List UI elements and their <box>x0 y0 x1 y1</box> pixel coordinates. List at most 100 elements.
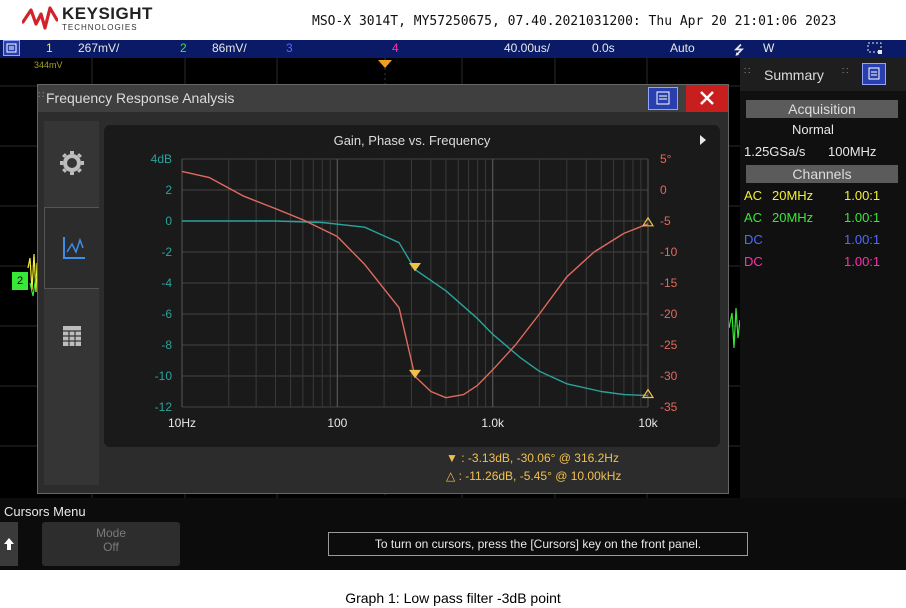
channel-1-probe: 1.00:1 <box>844 188 881 203</box>
y-left-tick-label: 4dB <box>151 152 172 166</box>
fra-menu-icon[interactable] <box>648 87 678 110</box>
tab-graph[interactable] <box>44 207 99 289</box>
y-right-tick-label: 5° <box>660 152 672 166</box>
x-tick-label: 1.0k <box>481 416 505 430</box>
trigger-position-marker-icon <box>378 60 392 68</box>
menu-title: Cursors Menu <box>4 504 86 519</box>
cursor1-text: : -3.13dB, -30.06° @ 316.2Hz <box>461 451 619 465</box>
cursor1-marker: ▼ <box>446 451 458 465</box>
keysight-logo-icon <box>22 6 58 30</box>
y-left-tick-label: -4 <box>161 276 172 290</box>
mode-softkey[interactable]: Mode Off <box>42 522 180 566</box>
drag-handle-icon[interactable]: ∷ <box>842 66 848 77</box>
sidebar-menu-icon[interactable] <box>862 63 886 85</box>
ch3-number[interactable]: 3 <box>286 41 293 55</box>
trigger-source[interactable]: W <box>763 41 774 55</box>
delay[interactable]: 0.0s <box>592 41 615 55</box>
chart-series <box>181 170 649 399</box>
y-right-tick-label: -35 <box>660 400 678 414</box>
y-left-tick-label: -10 <box>155 369 173 383</box>
fra-window: ∷ Frequency Response Analysis Gain, Phas… <box>37 84 729 494</box>
channel-3-probe: 1.00:1 <box>844 232 881 247</box>
table-icon <box>63 326 81 346</box>
sample-rate: 1.25GSa/s <box>744 144 806 159</box>
ch2-scale[interactable]: 86mV/ <box>212 41 247 55</box>
y-right-tick-label: -15 <box>660 276 678 290</box>
y-left-tick-label: -12 <box>155 400 173 414</box>
gain-series-line <box>182 220 649 397</box>
softkey-area: Cursors Menu Mode Off To turn on cursors… <box>0 498 906 570</box>
timebase[interactable]: 40.00us/ <box>504 41 550 55</box>
channel-4-coupling: DC <box>744 254 763 269</box>
x-tick-label: 10k <box>638 416 658 430</box>
y-left-tick-label: -8 <box>161 338 172 352</box>
expand-arrow-icon[interactable] <box>700 135 706 145</box>
acquisition-heading: Acquisition <box>746 100 898 118</box>
device-info: MSO-X 3014T, MY57250675, 07.40.202103120… <box>312 14 837 29</box>
channel-1-coupling: AC <box>744 188 763 203</box>
acquisition-mode: Normal <box>792 122 834 137</box>
ch1-scale[interactable]: 267mV/ <box>78 41 119 55</box>
up-arrow-icon <box>4 538 14 550</box>
summary-sidebar: ∷ Summary ∷ Acquisition Normal 1.25GSa/s… <box>740 58 906 498</box>
back-button[interactable] <box>0 522 18 566</box>
graph-icon <box>63 237 85 259</box>
brand-name: KEYSIGHT <box>62 4 153 23</box>
cursor2-readout: △ : -11.26dB, -5.45° @ 10.00kHz <box>446 469 621 487</box>
y-right-tick-label: -25 <box>660 338 678 352</box>
trigger-mode[interactable]: Auto <box>670 41 695 55</box>
cursor2-text: : -11.26dB, -5.45° @ 10.00kHz <box>458 469 622 483</box>
channel-bar: 1 267mV/ 2 86mV/ 3 4 40.00us/ 0.0s Auto … <box>0 40 906 58</box>
close-icon <box>700 91 714 105</box>
channel-3-coupling: DC <box>744 232 763 247</box>
channel-2-coupling: AC <box>744 210 763 225</box>
drag-handle-icon[interactable]: ∷ <box>38 90 44 101</box>
channel-2-probe: 1.00:1 <box>844 210 881 225</box>
brand-subtitle: TECHNOLOGIES <box>62 23 138 32</box>
channel-4-probe: 1.00:1 <box>844 254 881 269</box>
y-right-tick-label: -5 <box>660 214 671 228</box>
ch1-number[interactable]: 1 <box>46 41 53 55</box>
channel-2-bw: 20MHz <box>772 210 814 225</box>
gain-phase-chart: Gain, Phase vs. Frequency 4dB 2 0 -2 -4 -6 -8 -… <box>151 133 706 430</box>
y-right-tick-label: -20 <box>660 307 678 321</box>
phase-series-line <box>181 170 649 399</box>
figure-caption: Graph 1: Low pass filter -3dB point <box>345 590 561 606</box>
sidebar-title: Summary <box>764 67 824 83</box>
sidebar-header: ∷ Summary ∷ <box>740 58 906 91</box>
chart-title: Gain, Phase vs. Frequency <box>334 133 491 148</box>
cursor1-readout: ▼ : -3.13dB, -30.06° @ 316.2Hz <box>446 451 621 469</box>
offset-label: 344mV <box>34 60 63 70</box>
y-left-tick-label: -6 <box>161 307 172 321</box>
channels-heading: Channels <box>746 165 898 183</box>
drag-handle-icon[interactable]: ∷ <box>744 66 750 77</box>
menu-icon[interactable] <box>3 40 20 56</box>
y-left-tick-label: 2 <box>165 183 172 197</box>
y-left-tick-label: -2 <box>161 245 172 259</box>
bandwidth: 100MHz <box>828 144 877 159</box>
fra-title-bar[interactable]: ∷ Frequency Response Analysis <box>38 85 728 112</box>
tab-settings[interactable] <box>44 121 99 201</box>
mode-label: Mode <box>95 526 127 540</box>
chart-ticks: 4dB 2 0 -2 -4 -6 -8 -10 -12 5° 0 -5 -10 -15 -20 -25 -30 -… <box>151 152 678 430</box>
tab-table[interactable] <box>44 297 99 377</box>
chart-markers <box>409 216 655 399</box>
fra-plot-panel: Gain, Phase vs. Frequency 4dB 2 0 -2 -4 -6 -8 -… <box>104 125 720 447</box>
ch2-number[interactable]: 2 <box>180 41 187 55</box>
chart-grid <box>181 158 649 408</box>
fra-window-title: Frequency Response Analysis <box>46 90 235 106</box>
hint-message: To turn on cursors, press the [Cursors] … <box>328 532 748 556</box>
display-mode-icon[interactable] <box>866 40 884 59</box>
y-right-tick-label: -30 <box>660 369 678 383</box>
ch2-ground-marker[interactable]: 2 <box>12 272 28 290</box>
ch4-number[interactable]: 4 <box>392 41 399 55</box>
header-bar: KEYSIGHT TECHNOLOGIES MSO-X 3014T, MY572… <box>0 0 906 40</box>
fra-tab-strip <box>44 121 99 485</box>
y-right-tick-label: 0 <box>660 183 667 197</box>
x-tick-label: 100 <box>327 416 347 430</box>
x-tick-label: 10Hz <box>168 416 196 430</box>
close-button[interactable] <box>686 85 728 112</box>
cursor-readout: ▼ : -3.13dB, -30.06° @ 316.2Hz △ : -11.2… <box>446 451 621 487</box>
cursor2-marker: △ <box>446 469 456 483</box>
mode-value: Off <box>103 540 119 554</box>
